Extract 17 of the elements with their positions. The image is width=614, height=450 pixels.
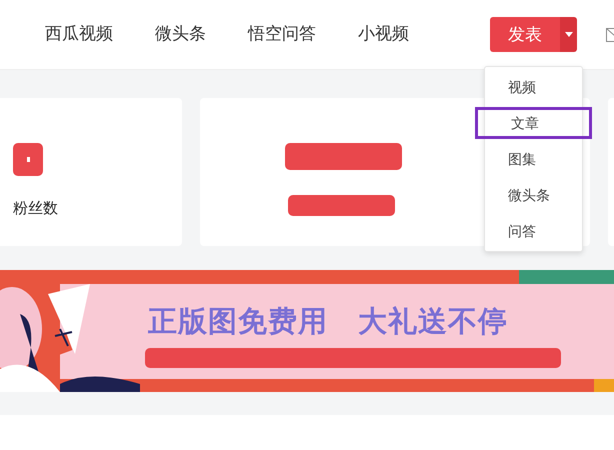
banner-headline: 大礼送不停 <box>358 303 508 340</box>
banner-corner-stripe <box>594 379 614 392</box>
nav-tab[interactable]: 小视频 <box>358 22 409 48</box>
nav-tab[interactable]: 悟空问答 <box>248 22 316 48</box>
menu-item[interactable]: 微头条 <box>485 177 582 213</box>
nav-tab[interactable]: 西瓜视频 <box>45 22 113 48</box>
menu-item[interactable]: 视频 <box>485 69 582 105</box>
banner-headline: 正版图免费用 <box>148 303 328 340</box>
fans-icon <box>13 143 43 176</box>
menu-item[interactable]: 图集 <box>485 141 582 177</box>
caret-icon <box>564 32 572 37</box>
publish-button[interactable]: 发表 <box>490 17 560 52</box>
menu-item[interactable]: 文章 <box>475 107 592 139</box>
stat-label: 粉丝数 <box>13 199 59 219</box>
menu-item[interactable]: 问答 <box>485 213 582 249</box>
dropdown-toggle-button[interactable] <box>560 17 577 52</box>
nav-tab[interactable]: 微头条 <box>155 22 206 48</box>
